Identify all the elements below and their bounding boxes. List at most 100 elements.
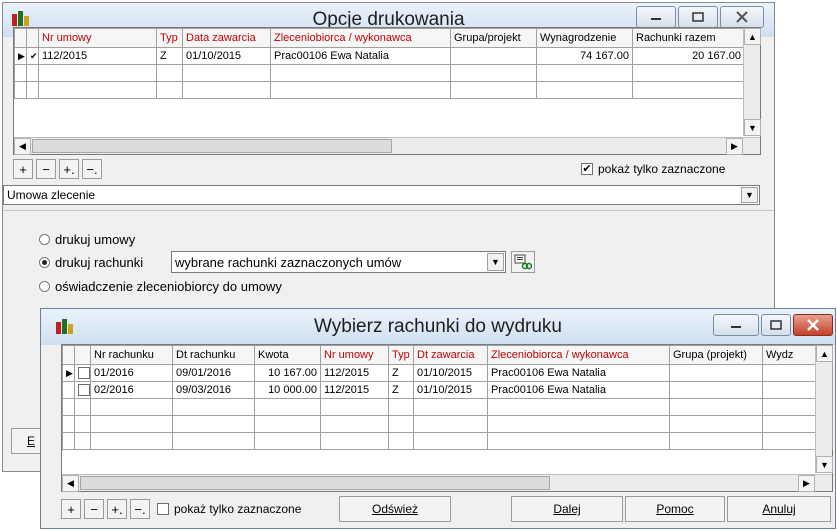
remove-all-button[interactable]: −. — [130, 499, 150, 519]
cell-nr-umowy[interactable]: 112/2015 — [38, 47, 157, 65]
maximize-button[interactable] — [678, 6, 718, 28]
radio-print-contracts[interactable]: drukuj umowy — [39, 232, 135, 247]
scroll-up-icon[interactable]: ▲ — [816, 345, 833, 362]
cell-umowa[interactable]: 112/2015 — [320, 364, 389, 382]
remove-record-button[interactable]: − — [84, 499, 104, 519]
table-row[interactable]: 02/2016 09/03/2016 10 000.00 112/2015 Z … — [62, 381, 833, 399]
cell-rachunki[interactable]: 20 167.00 — [632, 47, 745, 65]
cell-grupa[interactable] — [450, 47, 537, 65]
cell-nr[interactable]: 01/2016 — [90, 364, 173, 382]
col-nr-rachunku[interactable]: Nr rachunku — [90, 345, 173, 365]
table-row — [14, 81, 745, 99]
minimize-button[interactable] — [713, 314, 759, 336]
col-typ[interactable]: Typ — [156, 28, 183, 48]
chevron-down-icon[interactable]: ▼ — [741, 187, 758, 203]
table-row — [62, 432, 833, 450]
cell-nr[interactable]: 02/2016 — [90, 381, 173, 399]
cell-umowa[interactable]: 112/2015 — [320, 381, 389, 399]
cell-dt[interactable]: 09/01/2016 — [172, 364, 255, 382]
checkbox-icon[interactable] — [157, 503, 169, 515]
show-selected-checkbox[interactable]: pokaż tylko zaznaczone — [157, 502, 301, 516]
row-checkbox[interactable] — [74, 381, 91, 399]
scroll-left-icon[interactable]: ◀ — [14, 138, 31, 155]
vertical-scrollbar[interactable]: ▲ ▼ — [743, 28, 761, 136]
scroll-down-icon[interactable]: ▼ — [816, 456, 833, 473]
col-grupa[interactable]: Grupa (projekt) — [669, 345, 763, 365]
horizontal-scrollbar[interactable]: ◀ ▶ — [62, 474, 832, 492]
add-record-button[interactable]: + — [61, 499, 81, 519]
radio-icon[interactable] — [39, 234, 50, 245]
scroll-thumb[interactable] — [32, 139, 392, 153]
add-all-button[interactable]: +. — [59, 159, 79, 179]
col-typ[interactable]: Typ — [388, 345, 414, 365]
col-nr-umowy[interactable]: Nr umowy — [38, 28, 157, 48]
horizontal-scrollbar[interactable]: ◀ ▶ — [14, 137, 760, 155]
scroll-right-icon[interactable]: ▶ — [798, 475, 815, 492]
minimize-button[interactable] — [636, 6, 676, 28]
dialog-title-bar[interactable]: Wybierz rachunki do wydruku — [41, 309, 835, 345]
table-row[interactable]: ▶ 01/2016 09/01/2016 10 167.00 112/2015 … — [62, 364, 833, 382]
checkbox-icon[interactable]: ✔ — [581, 163, 593, 175]
cell-dt-zawarcia[interactable]: 01/10/2015 — [413, 364, 488, 382]
col-dt-zawarcia[interactable]: Dt zawarcia — [413, 345, 488, 365]
col-data-zawarcia[interactable]: Data zawarcia — [182, 28, 271, 48]
cell-zleceniobiorca[interactable]: Prac00106 Ewa Natalia — [487, 381, 670, 399]
cell-data-zawarcia[interactable]: 01/10/2015 — [182, 47, 271, 65]
cell-zleceniobiorca[interactable]: Prac00106 Ewa Natalia — [487, 364, 670, 382]
cell-zleceniobiorca[interactable]: Prac00106 Ewa Natalia — [270, 47, 451, 65]
cell-wynagrodzenie[interactable]: 74 167.00 — [536, 47, 633, 65]
scroll-thumb[interactable] — [80, 476, 550, 490]
close-button[interactable] — [720, 6, 764, 28]
cell-kwota[interactable]: 10 167.00 — [254, 364, 321, 382]
remove-record-button[interactable]: − — [36, 159, 56, 179]
close-button[interactable] — [793, 314, 833, 336]
scroll-right-icon[interactable]: ▶ — [726, 138, 743, 155]
scroll-up-icon[interactable]: ▲ — [744, 28, 761, 45]
cancel-button[interactable]: Anuluj — [727, 496, 831, 522]
radio-print-bills[interactable]: drukuj rachunki — [39, 255, 143, 270]
radio-statement[interactable]: oświadczenie zleceniobiorcy do umowy — [39, 279, 282, 294]
cell-dt-zawarcia[interactable]: 01/10/2015 — [413, 381, 488, 399]
col-zleceniobiorca[interactable]: Zleceniobiorca / wykonawca — [487, 345, 670, 365]
cell-kwota[interactable]: 10 000.00 — [254, 381, 321, 399]
remove-all-button[interactable]: −. — [82, 159, 102, 179]
bills-option-select[interactable]: wybrane rachunki zaznaczonych umów ▼ — [171, 251, 506, 273]
checkbox-icon[interactable] — [78, 384, 90, 396]
cell-typ[interactable]: Z — [388, 381, 414, 399]
chevron-down-icon[interactable]: ▼ — [487, 253, 504, 271]
row-checkbox[interactable] — [74, 364, 91, 382]
scroll-down-icon[interactable]: ▼ — [744, 119, 761, 136]
cell-grupa[interactable] — [669, 381, 763, 399]
select-bills-dialog: Wybierz rachunki do wydruku Nr rachunku … — [40, 308, 836, 529]
bills-grid: Nr rachunku Dt rachunku Kwota Nr umowy T… — [61, 344, 833, 492]
refresh-button[interactable]: Odśwież — [339, 496, 451, 522]
checkbox-icon[interactable] — [78, 367, 90, 379]
cell-grupa[interactable] — [669, 364, 763, 382]
col-wynagrodzenie[interactable]: Wynagrodzenie — [536, 28, 633, 48]
cell-typ[interactable]: Z — [156, 47, 183, 65]
add-icon: + — [19, 161, 27, 177]
col-nr-umowy[interactable]: Nr umowy — [320, 345, 389, 365]
cell-dt[interactable]: 09/03/2016 — [172, 381, 255, 399]
col-dt-rachunku[interactable]: Dt rachunku — [172, 345, 255, 365]
add-record-button[interactable]: + — [13, 159, 33, 179]
remove-icon: − — [90, 501, 98, 517]
show-selected-checkbox[interactable]: ✔ pokaż tylko zaznaczone — [581, 162, 725, 176]
radio-icon[interactable] — [39, 257, 50, 268]
maximize-button[interactable] — [761, 314, 791, 336]
col-zleceniobiorca[interactable]: Zleceniobiorca / wykonawca — [270, 28, 451, 48]
col-grupa[interactable]: Grupa/projekt — [450, 28, 537, 48]
radio-icon[interactable] — [39, 281, 50, 292]
select-bills-button[interactable] — [511, 251, 535, 273]
scroll-left-icon[interactable]: ◀ — [62, 475, 79, 492]
next-button[interactable]: Dalej — [511, 496, 623, 522]
col-kwota[interactable]: Kwota — [254, 345, 321, 365]
vertical-scrollbar[interactable]: ▲ ▼ — [815, 345, 833, 473]
row-checkbox[interactable]: ✔ — [26, 47, 39, 65]
col-rachunki[interactable]: Rachunki razem — [632, 28, 745, 48]
table-row[interactable]: ▶ ✔ 112/2015 Z 01/10/2015 Prac00106 Ewa … — [14, 47, 745, 65]
contract-type-select[interactable]: Umowa zlecenie ▼ — [3, 185, 760, 205]
add-all-button[interactable]: +. — [107, 499, 127, 519]
cell-typ[interactable]: Z — [388, 364, 414, 382]
help-button[interactable]: Pomoc — [625, 496, 725, 522]
